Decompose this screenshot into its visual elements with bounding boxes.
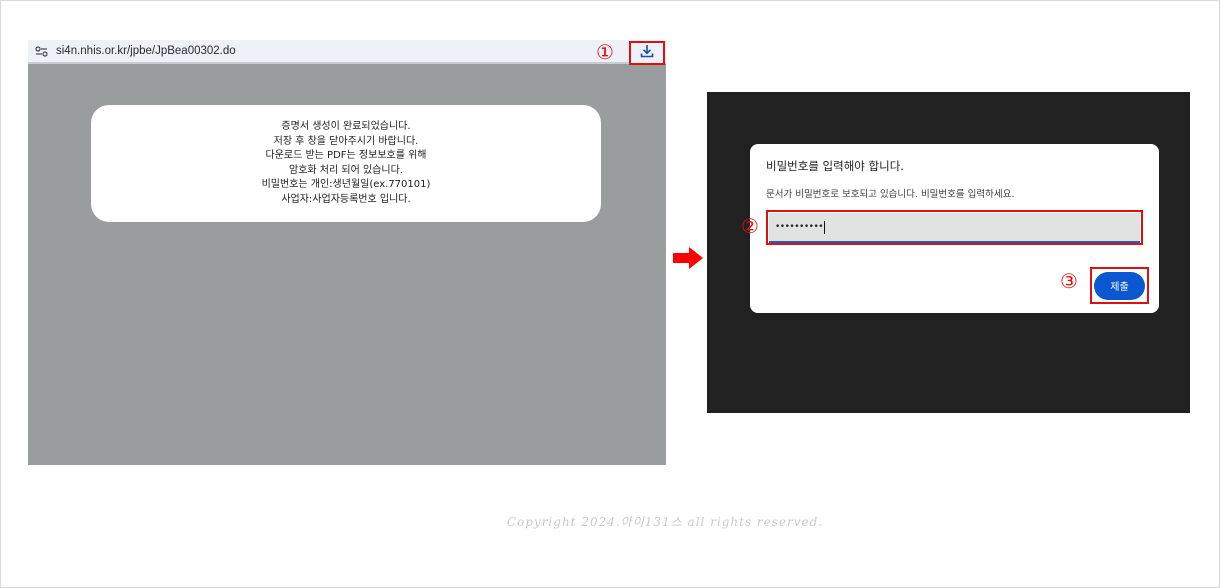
dialog-title: 비밀번호를 입력해야 합니다. xyxy=(766,159,904,173)
step-2-marker: ② xyxy=(741,214,759,238)
dialog-description: 문서가 비밀번호로 보호되고 있습니다. 비밀번호를 입력하세요. xyxy=(766,189,1015,200)
url-text[interactable]: si4n.nhis.or.kr/jpbe/JpBea00302.do xyxy=(56,45,236,57)
notice-line: 다운로드 받는 PDF는 정보보호를 위해 xyxy=(265,150,427,161)
text-caret xyxy=(824,220,826,234)
submit-button-highlight: 제출 xyxy=(1090,267,1149,304)
step-1-marker: ① xyxy=(596,40,614,64)
download-icon xyxy=(639,43,655,63)
notice-line: 암호화 처리 되어 있습니다. xyxy=(289,164,403,176)
tune-icon[interactable] xyxy=(34,45,48,57)
notice-line: 사업자:사업자등록번호 입니다. xyxy=(281,193,411,205)
copyright-text: Copyright 2024.아이131스 all rights reserve… xyxy=(506,515,824,529)
notice-line: 증명서 생성이 완료되었습니다. xyxy=(281,121,411,132)
password-input[interactable]: •••••••••• xyxy=(769,213,1140,243)
notice-line: 저장 후 창을 닫아주시기 바랍니다. xyxy=(273,135,419,147)
download-button[interactable] xyxy=(629,41,665,65)
arrow-right-icon xyxy=(673,247,703,269)
browser-window: si4n.nhis.or.kr/jpbe/JpBea00302.do xyxy=(28,40,666,465)
submit-button[interactable]: 제출 xyxy=(1094,271,1145,300)
password-value: •••••••••• xyxy=(775,222,824,232)
notice-line: 비밀번호는 개인:생년월일(ex.770101) xyxy=(261,179,431,190)
notice-card: 증명서 생성이 완료되었습니다. 저장 후 창을 닫아주시기 바랍니다. 다운로… xyxy=(91,105,601,222)
address-bar[interactable]: si4n.nhis.or.kr/jpbe/JpBea00302.do xyxy=(28,40,666,64)
step-3-marker: ③ xyxy=(1060,269,1078,293)
